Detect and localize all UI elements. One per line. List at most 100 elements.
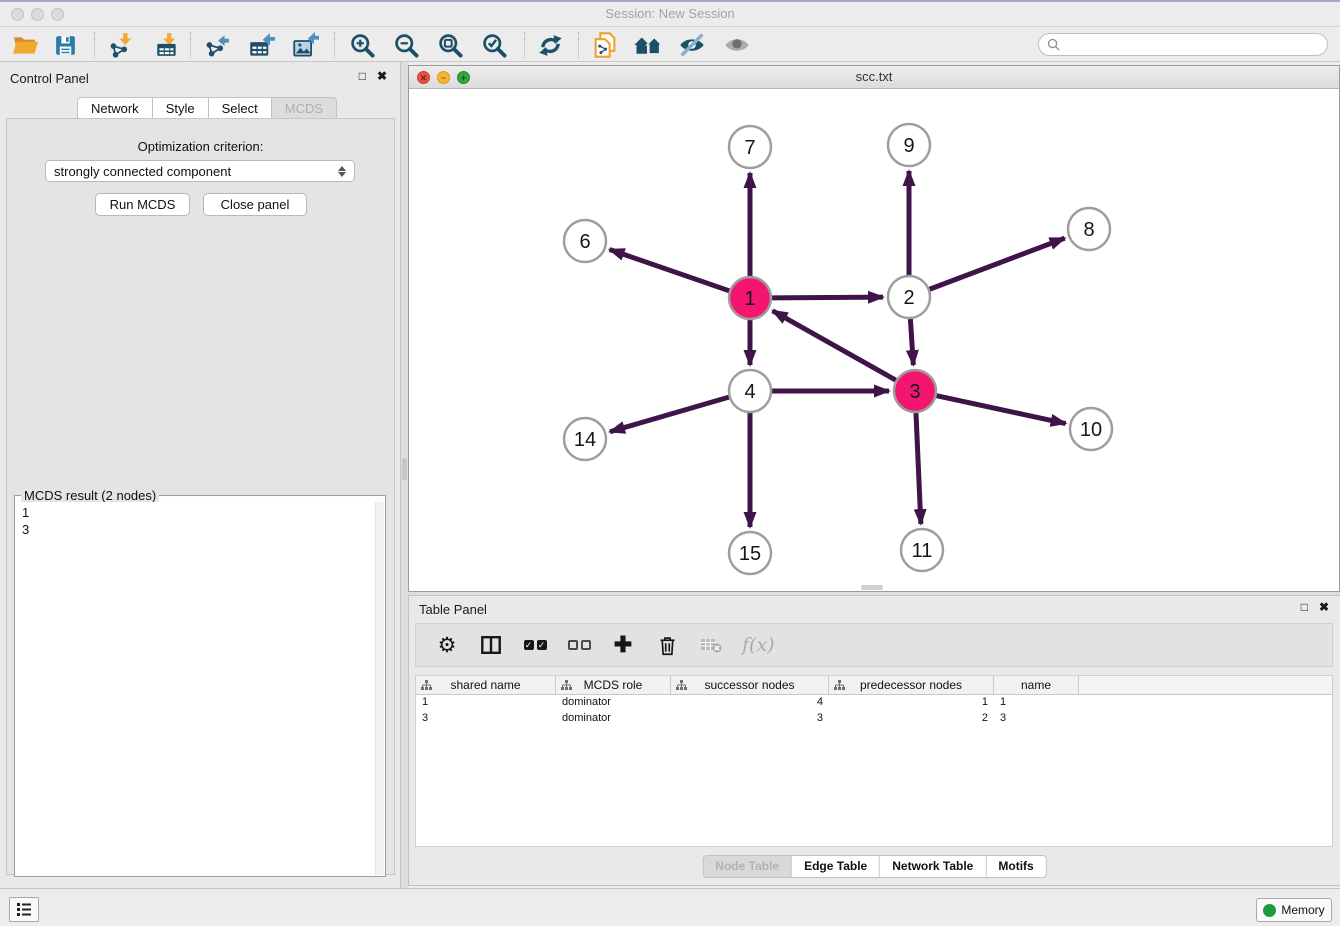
tab-select[interactable]: Select [209, 97, 272, 120]
zoom-out-icon[interactable] [389, 31, 423, 59]
select-all-icon[interactable]: ✓✓ [522, 632, 548, 658]
table-cell[interactable]: 1 [416, 695, 556, 711]
function-builder-icon[interactable]: f(x) [742, 634, 775, 656]
first-neighbors-icon[interactable] [631, 31, 665, 59]
table-cell[interactable]: dominator [556, 711, 671, 727]
table-cell[interactable]: 2 [829, 711, 994, 727]
graph-edge-1-6[interactable] [610, 249, 730, 290]
mcds-result-title: MCDS result (2 nodes) [21, 488, 159, 503]
zoom-selected-icon[interactable] [477, 31, 511, 59]
graph-edge-3-11[interactable] [916, 413, 921, 524]
table-cell[interactable]: 4 [671, 695, 829, 711]
close-panel-button[interactable]: Close panel [203, 193, 307, 216]
column-header-predecessor-nodes[interactable]: predecessor nodes [829, 676, 994, 694]
table-row[interactable]: 1dominator411 [416, 695, 1332, 711]
column-header-successor-nodes[interactable]: successor nodes [671, 676, 829, 694]
graph-edge-2-3[interactable] [910, 319, 913, 365]
table-settings-gear-icon[interactable]: ⚙ [434, 632, 460, 658]
node-table[interactable]: shared nameMCDS rolesuccessor nodesprede… [415, 675, 1333, 847]
memory-button[interactable]: Memory [1256, 898, 1332, 922]
float-table-panel-icon[interactable]: □ [1301, 600, 1308, 614]
graph-node-label-3: 3 [909, 381, 920, 403]
graph-node-label-10: 10 [1080, 419, 1102, 441]
graph-edge-3-10[interactable] [937, 396, 1066, 424]
zoom-fit-icon[interactable] [433, 31, 467, 59]
control-panel-tabs: NetworkStyleSelectMCDS [77, 97, 337, 120]
table-panel: Table Panel □ ✖ ⚙ ✓✓ ✚ f(x) shared nameM… [408, 595, 1340, 886]
network-window: ✕ − + scc.txt 7968124314101511 [408, 65, 1340, 592]
column-header-name[interactable]: name [994, 676, 1079, 694]
close-table-panel-icon[interactable]: ✖ [1319, 600, 1329, 614]
table-tab-node-table[interactable]: Node Table [702, 855, 792, 878]
table-cell[interactable]: 3 [671, 711, 829, 727]
list-icon [16, 902, 32, 917]
memory-status-icon [1263, 904, 1276, 917]
mcds-result-box: MCDS result (2 nodes) 1 3 [14, 495, 386, 877]
graph-edge-1-2[interactable] [772, 297, 883, 298]
graph-node-label-9: 9 [903, 135, 914, 157]
network-canvas[interactable]: 7968124314101511 [409, 89, 1339, 591]
table-panel-title: Table Panel [419, 602, 487, 617]
save-session-icon[interactable] [48, 31, 82, 59]
graph-edge-4-14[interactable] [610, 397, 729, 432]
open-file-icon[interactable] [8, 31, 42, 59]
table-cell[interactable]: dominator [556, 695, 671, 711]
search-input[interactable] [1065, 38, 1327, 52]
graph-node-label-11: 11 [912, 540, 933, 562]
search-field[interactable] [1038, 33, 1328, 56]
close-panel-icon[interactable]: ✖ [377, 69, 387, 83]
deselect-all-icon[interactable] [566, 632, 592, 658]
table-tab-network-table[interactable]: Network Table [880, 855, 986, 878]
table-cell[interactable]: 3 [416, 711, 556, 727]
tab-mcds[interactable]: MCDS [272, 97, 337, 120]
column-header-MCDS-role[interactable]: MCDS role [556, 676, 671, 694]
hide-selected-icon[interactable] [675, 31, 709, 59]
result-scrollbar[interactable] [375, 502, 384, 875]
float-panel-icon[interactable]: □ [359, 69, 366, 83]
export-image-icon[interactable] [288, 31, 322, 59]
table-tab-edge-table[interactable]: Edge Table [792, 855, 880, 878]
zoom-in-icon[interactable] [345, 31, 379, 59]
graph-edge-2-8[interactable] [930, 238, 1065, 289]
main-toolbar [0, 28, 1340, 62]
delete-table-icon[interactable] [698, 632, 724, 658]
network-graph[interactable]: 7968124314101511 [409, 89, 1339, 591]
table-row[interactable]: 3dominator323 [416, 711, 1332, 727]
table-cell[interactable]: 1 [829, 695, 994, 711]
export-network-icon[interactable] [200, 31, 234, 59]
maximize-network-icon[interactable]: + [457, 71, 470, 84]
import-table-icon[interactable] [150, 31, 184, 59]
divider-handle[interactable] [402, 458, 407, 480]
tab-style[interactable]: Style [153, 97, 209, 120]
canvas-scrollbar[interactable] [861, 585, 883, 590]
show-all-icon[interactable] [720, 31, 754, 59]
graph-edge-3-1[interactable] [773, 311, 896, 380]
table-cell[interactable]: 3 [994, 711, 1079, 727]
graph-node-label-15: 15 [739, 543, 761, 565]
desktop-edge [0, 0, 1340, 2]
minimize-window-icon[interactable] [31, 8, 44, 21]
toolbar-separator [524, 32, 525, 58]
add-icon[interactable]: ✚ [610, 632, 636, 658]
minimize-network-icon[interactable]: − [437, 71, 450, 84]
network-titlebar[interactable]: ✕ − + scc.txt [409, 66, 1339, 89]
graph-node-label-8: 8 [1083, 219, 1094, 241]
copy-network-icon[interactable] [588, 31, 622, 59]
delete-trash-icon[interactable] [654, 632, 680, 658]
column-header-shared-name[interactable]: shared name [416, 676, 556, 694]
mcds-result-text[interactable]: 1 3 [16, 502, 375, 875]
maximize-window-icon[interactable] [51, 8, 64, 21]
optimization-dropdown[interactable]: strongly connected component [45, 160, 355, 182]
close-network-icon[interactable]: ✕ [417, 71, 430, 84]
run-mcds-button[interactable]: Run MCDS [95, 193, 190, 216]
refresh-icon[interactable] [533, 31, 567, 59]
close-window-icon[interactable] [11, 8, 24, 21]
task-history-button[interactable] [9, 897, 39, 922]
table-tab-motifs[interactable]: Motifs [986, 855, 1046, 878]
tab-network[interactable]: Network [77, 97, 153, 120]
graph-node-label-1: 1 [744, 288, 755, 310]
import-network-icon[interactable] [104, 31, 138, 59]
show-columns-icon[interactable] [478, 632, 504, 658]
table-cell[interactable]: 1 [994, 695, 1079, 711]
export-table-icon[interactable] [244, 31, 278, 59]
